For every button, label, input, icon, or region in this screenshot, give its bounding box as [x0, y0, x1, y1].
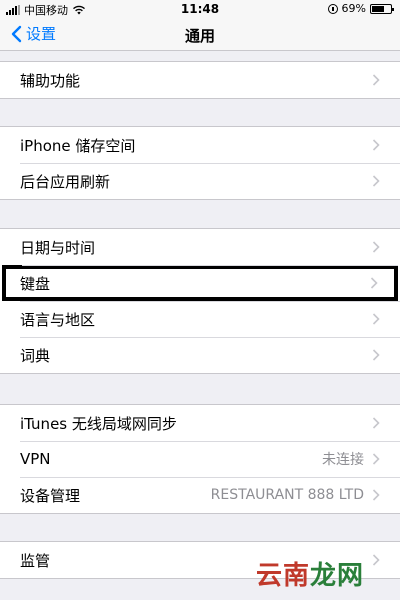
row-value: 未连接 — [322, 452, 364, 468]
row-label: 词典 — [20, 346, 51, 365]
disclosure-chevron-icon — [372, 489, 380, 501]
row-language-region[interactable]: 语言与地区 — [0, 301, 400, 337]
settings-group-accessibility: 辅助功能 — [0, 61, 400, 99]
battery-percent: 69% — [341, 2, 366, 15]
row-iphone-storage[interactable]: iPhone 储存空间 — [0, 127, 400, 163]
page-title: 通用 — [184, 27, 215, 45]
row-vpn[interactable]: VPN 未连接 — [0, 441, 400, 477]
battery-icon — [370, 3, 394, 14]
row-label: 语言与地区 — [20, 310, 96, 329]
row-label: 后台应用刷新 — [20, 172, 111, 191]
settings-group-network: iTunes 无线局域网同步 VPN 未连接 设备管理 RESTAURANT 8… — [0, 404, 400, 514]
settings-group-storage: iPhone 储存空间 后台应用刷新 — [0, 126, 400, 200]
disclosure-chevron-icon — [372, 74, 380, 86]
row-itunes-wifi-sync[interactable]: iTunes 无线局域网同步 — [0, 405, 400, 441]
disclosure-chevron-icon — [372, 349, 380, 361]
row-label: 日期与时间 — [20, 238, 96, 257]
disclosure-chevron-icon — [372, 241, 380, 253]
row-accessibility[interactable]: 辅助功能 — [0, 62, 400, 98]
status-bar: 中国移动 11:48 69% — [0, 0, 400, 18]
disclosure-chevron-icon — [372, 175, 380, 187]
row-label: 设备管理 — [20, 486, 81, 505]
disclosure-chevron-icon — [372, 139, 380, 151]
row-date-time[interactable]: 日期与时间 — [0, 229, 400, 265]
row-dictionary[interactable]: 词典 — [0, 337, 400, 373]
orientation-lock-icon — [327, 3, 338, 14]
watermark-logo: 云南龙网 — [256, 555, 364, 592]
row-label: 键盘 — [20, 274, 51, 293]
row-label: VPN — [20, 450, 51, 468]
watermark-part1: 云南 — [255, 561, 310, 591]
disclosure-chevron-icon — [372, 453, 380, 465]
disclosure-chevron-icon — [372, 554, 380, 566]
row-label: iPhone 储存空间 — [20, 136, 136, 155]
disclosure-chevron-icon — [372, 417, 380, 429]
row-device-management[interactable]: 设备管理 RESTAURANT 888 LTD — [0, 477, 400, 513]
row-label: iTunes 无线局域网同步 — [20, 414, 177, 433]
settings-group-datetime: 日期与时间 键盘 语言与地区 词典 — [0, 228, 400, 374]
row-keyboard[interactable]: 键盘 — [2, 265, 398, 301]
navigation-bar: 设置 通用 — [0, 18, 400, 51]
row-background-app-refresh[interactable]: 后台应用刷新 — [0, 163, 400, 199]
row-value: RESTAURANT 888 LTD — [210, 487, 364, 503]
watermark-part2: 龙网 — [309, 561, 364, 591]
disclosure-chevron-icon — [370, 277, 378, 289]
row-label: 辅助功能 — [20, 71, 81, 90]
disclosure-chevron-icon — [372, 313, 380, 325]
